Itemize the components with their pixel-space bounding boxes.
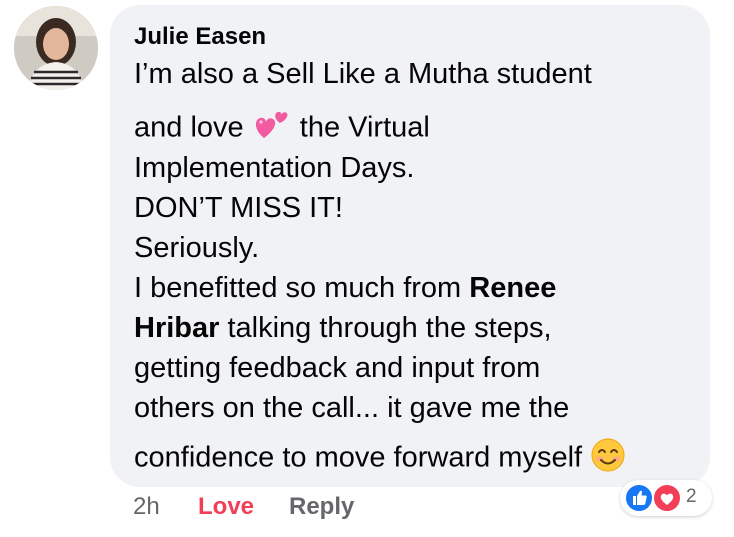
comment-line-5: Seriously.	[134, 232, 260, 264]
like-icon	[624, 483, 654, 518]
comment-line-8: getting feedback and input from	[134, 352, 541, 384]
comment-line-4: DON’T MISS IT!	[134, 192, 343, 224]
comment-line-1: I’m also a Sell Like a Mutha student	[134, 58, 592, 90]
comment: Julie Easen I’m also a Sell Like a Mutha…	[0, 0, 734, 537]
comment-line-10: confidence to move forward myself	[134, 437, 626, 481]
reply-button[interactable]: Reply	[289, 493, 354, 521]
comment-line-9: others on the call... it gave me the	[134, 392, 570, 424]
comment-text: and love	[134, 111, 244, 144]
timestamp[interactable]: 2h	[133, 493, 160, 521]
avatar[interactable]	[14, 6, 98, 90]
comment-bubble: Julie Easen I’m also a Sell Like a Mutha…	[110, 5, 710, 487]
heart-icon	[652, 483, 682, 518]
comment-line-7: Hribar talking through the steps,	[134, 311, 552, 345]
comment-text: the Virtual	[299, 111, 430, 144]
comment-line-3: Implementation Days.	[134, 152, 415, 184]
mention-hribar[interactable]: Hribar	[134, 312, 219, 344]
mention-renee[interactable]: Renee	[469, 272, 556, 304]
comment-text: confidence to move forward myself	[134, 441, 583, 474]
avatar-image	[14, 6, 98, 90]
comment-text: talking through the steps,	[227, 312, 552, 344]
comment-line-6: I benefitted so much from Renee	[134, 271, 556, 305]
smiling-face-icon	[590, 437, 626, 481]
love-button[interactable]: Love	[198, 493, 254, 521]
reaction-summary[interactable]: 2	[620, 480, 712, 516]
comment-text: I benefitted so much from	[134, 272, 462, 304]
comment-author[interactable]: Julie Easen	[134, 23, 266, 51]
two-hearts-icon	[252, 108, 292, 150]
comment-line-2: and love the Virtual	[134, 108, 430, 150]
reaction-count: 2	[686, 486, 697, 507]
